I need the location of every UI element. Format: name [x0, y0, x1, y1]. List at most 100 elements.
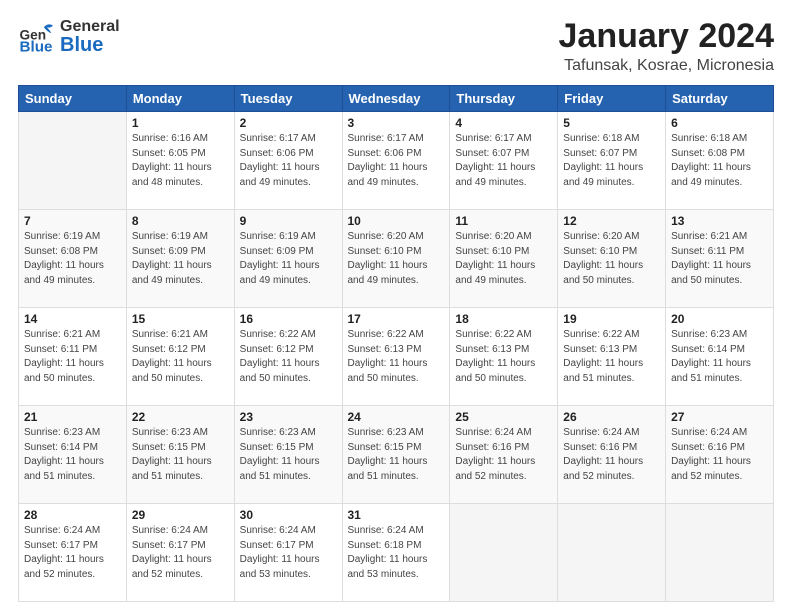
table-row: 7Sunrise: 6:19 AM Sunset: 6:08 PM Daylig… [19, 210, 127, 308]
day-number: 28 [24, 508, 121, 522]
logo-blue-text: Blue [60, 35, 120, 55]
day-number: 15 [132, 312, 229, 326]
day-info: Sunrise: 6:21 AM Sunset: 6:12 PM Dayligh… [132, 328, 229, 386]
day-number: 2 [240, 116, 337, 130]
calendar-week-1: 1 Sunrise: 6:16 AM Sunset: 6:05 PM Daylig… [19, 112, 774, 210]
day-number: 29 [132, 508, 229, 522]
day-info: Sunrise: 6:18 AM Sunset: 6:07 PM Dayligh… [563, 132, 660, 190]
table-row: 24Sunrise: 6:23 AM Sunset: 6:15 PM Dayli… [342, 406, 450, 504]
calendar-table: Sunday Monday Tuesday Wednesday Thursday… [18, 85, 774, 602]
svg-text:Blue: Blue [20, 38, 53, 55]
day-number: 19 [563, 312, 660, 326]
day-info: Sunrise: 6:23 AM Sunset: 6:14 PM Dayligh… [24, 426, 121, 484]
calendar-week-3: 14Sunrise: 6:21 AM Sunset: 6:11 PM Dayli… [19, 308, 774, 406]
day-number: 26 [563, 410, 660, 424]
day-info: Sunrise: 6:24 AM Sunset: 6:16 PM Dayligh… [455, 426, 552, 484]
day-info: Sunrise: 6:22 AM Sunset: 6:13 PM Dayligh… [455, 328, 552, 386]
day-number: 17 [348, 312, 445, 326]
day-number: 27 [671, 410, 768, 424]
table-row [19, 112, 127, 210]
calendar-week-4: 21 Sunrise: 6:23 AM Sunset: 6:14 PM Dayli… [19, 406, 774, 504]
logo-icon: Gen Blue [18, 18, 56, 56]
day-info: Sunrise: 6:23 AM Sunset: 6:15 PM Dayligh… [348, 426, 445, 484]
day-info: Sunrise: 6:24 AM Sunset: 6:18 PM Dayligh… [348, 524, 445, 582]
day-number: 3 [348, 116, 445, 130]
table-row: 18 Sunrise: 6:22 AM Sunset: 6:13 PM Dayli… [450, 308, 558, 406]
table-row [450, 504, 558, 602]
month-year-title: January 2024 [559, 18, 775, 55]
day-info: Sunrise: 6:18 AM Sunset: 6:08 PM Dayligh… [671, 132, 768, 190]
day-number: 12 [563, 214, 660, 228]
day-info: Sunrise: 6:23 AM Sunset: 6:15 PM Dayligh… [132, 426, 229, 484]
day-number: 1 [132, 116, 229, 130]
day-info: Sunrise: 6:21 AM Sunset: 6:11 PM Dayligh… [24, 328, 121, 386]
table-row: 28 Sunrise: 6:24 AM Sunset: 6:17 PM Dayli… [19, 504, 127, 602]
day-info: Sunrise: 6:17 AM Sunset: 6:06 PM Dayligh… [348, 132, 445, 190]
day-info: Sunrise: 6:24 AM Sunset: 6:16 PM Dayligh… [563, 426, 660, 484]
col-tuesday: Tuesday [234, 86, 342, 112]
day-info: Sunrise: 6:24 AM Sunset: 6:16 PM Dayligh… [671, 426, 768, 484]
table-row: 29 Sunrise: 6:24 AM Sunset: 6:17 PM Dayli… [126, 504, 234, 602]
calendar-week-2: 7Sunrise: 6:19 AM Sunset: 6:08 PM Daylig… [19, 210, 774, 308]
day-number: 9 [240, 214, 337, 228]
logo-general-text: General [60, 19, 120, 35]
table-row: 1 Sunrise: 6:16 AM Sunset: 6:05 PM Daylig… [126, 112, 234, 210]
table-row: 3 Sunrise: 6:17 AM Sunset: 6:06 PM Daylig… [342, 112, 450, 210]
table-row: 8 Sunrise: 6:19 AM Sunset: 6:09 PM Daylig… [126, 210, 234, 308]
table-row: 4Sunrise: 6:17 AM Sunset: 6:07 PM Daylig… [450, 112, 558, 210]
table-row: 17Sunrise: 6:22 AM Sunset: 6:13 PM Dayli… [342, 308, 450, 406]
table-row [666, 504, 774, 602]
day-info: Sunrise: 6:24 AM Sunset: 6:17 PM Dayligh… [24, 524, 121, 582]
day-number: 21 [24, 410, 121, 424]
table-row: 23Sunrise: 6:23 AM Sunset: 6:15 PM Dayli… [234, 406, 342, 504]
day-number: 10 [348, 214, 445, 228]
table-row: 22 Sunrise: 6:23 AM Sunset: 6:15 PM Dayli… [126, 406, 234, 504]
day-info: Sunrise: 6:21 AM Sunset: 6:11 PM Dayligh… [671, 230, 768, 288]
logo: Gen Blue General Blue [18, 18, 120, 56]
page: Gen Blue General Blue January 2024 Tafun… [0, 0, 792, 612]
calendar-header-row: Sunday Monday Tuesday Wednesday Thursday… [19, 86, 774, 112]
day-number: 6 [671, 116, 768, 130]
day-info: Sunrise: 6:20 AM Sunset: 6:10 PM Dayligh… [348, 230, 445, 288]
day-number: 4 [455, 116, 552, 130]
table-row: 11 Sunrise: 6:20 AM Sunset: 6:10 PM Dayli… [450, 210, 558, 308]
table-row: 20Sunrise: 6:23 AM Sunset: 6:14 PM Dayli… [666, 308, 774, 406]
col-monday: Monday [126, 86, 234, 112]
day-info: Sunrise: 6:16 AM Sunset: 6:05 PM Dayligh… [132, 132, 229, 190]
logo-text: General Blue [60, 19, 120, 55]
table-row: 5Sunrise: 6:18 AM Sunset: 6:07 PM Daylig… [558, 112, 666, 210]
table-row: 26 Sunrise: 6:24 AM Sunset: 6:16 PM Dayli… [558, 406, 666, 504]
day-info: Sunrise: 6:20 AM Sunset: 6:10 PM Dayligh… [455, 230, 552, 288]
col-saturday: Saturday [666, 86, 774, 112]
day-number: 20 [671, 312, 768, 326]
day-number: 11 [455, 214, 552, 228]
col-friday: Friday [558, 86, 666, 112]
day-info: Sunrise: 6:20 AM Sunset: 6:10 PM Dayligh… [563, 230, 660, 288]
day-number: 16 [240, 312, 337, 326]
day-info: Sunrise: 6:19 AM Sunset: 6:09 PM Dayligh… [132, 230, 229, 288]
table-row: 15 Sunrise: 6:21 AM Sunset: 6:12 PM Dayli… [126, 308, 234, 406]
day-number: 30 [240, 508, 337, 522]
table-row: 30Sunrise: 6:24 AM Sunset: 6:17 PM Dayli… [234, 504, 342, 602]
table-row [558, 504, 666, 602]
day-info: Sunrise: 6:17 AM Sunset: 6:06 PM Dayligh… [240, 132, 337, 190]
day-number: 7 [24, 214, 121, 228]
table-row: 9Sunrise: 6:19 AM Sunset: 6:09 PM Daylig… [234, 210, 342, 308]
day-number: 22 [132, 410, 229, 424]
location-subtitle: Tafunsak, Kosrae, Micronesia [559, 57, 775, 75]
table-row: 16Sunrise: 6:22 AM Sunset: 6:12 PM Dayli… [234, 308, 342, 406]
col-sunday: Sunday [19, 86, 127, 112]
day-info: Sunrise: 6:24 AM Sunset: 6:17 PM Dayligh… [132, 524, 229, 582]
day-info: Sunrise: 6:22 AM Sunset: 6:13 PM Dayligh… [563, 328, 660, 386]
day-number: 31 [348, 508, 445, 522]
table-row: 14Sunrise: 6:21 AM Sunset: 6:11 PM Dayli… [19, 308, 127, 406]
table-row: 21 Sunrise: 6:23 AM Sunset: 6:14 PM Dayli… [19, 406, 127, 504]
table-row: 19 Sunrise: 6:22 AM Sunset: 6:13 PM Dayli… [558, 308, 666, 406]
table-row: 31 Sunrise: 6:24 AM Sunset: 6:18 PM Dayli… [342, 504, 450, 602]
day-number: 18 [455, 312, 552, 326]
day-number: 8 [132, 214, 229, 228]
col-wednesday: Wednesday [342, 86, 450, 112]
table-row: 10 Sunrise: 6:20 AM Sunset: 6:10 PM Dayli… [342, 210, 450, 308]
calendar-week-5: 28 Sunrise: 6:24 AM Sunset: 6:17 PM Dayli… [19, 504, 774, 602]
header: Gen Blue General Blue January 2024 Tafun… [18, 18, 774, 75]
